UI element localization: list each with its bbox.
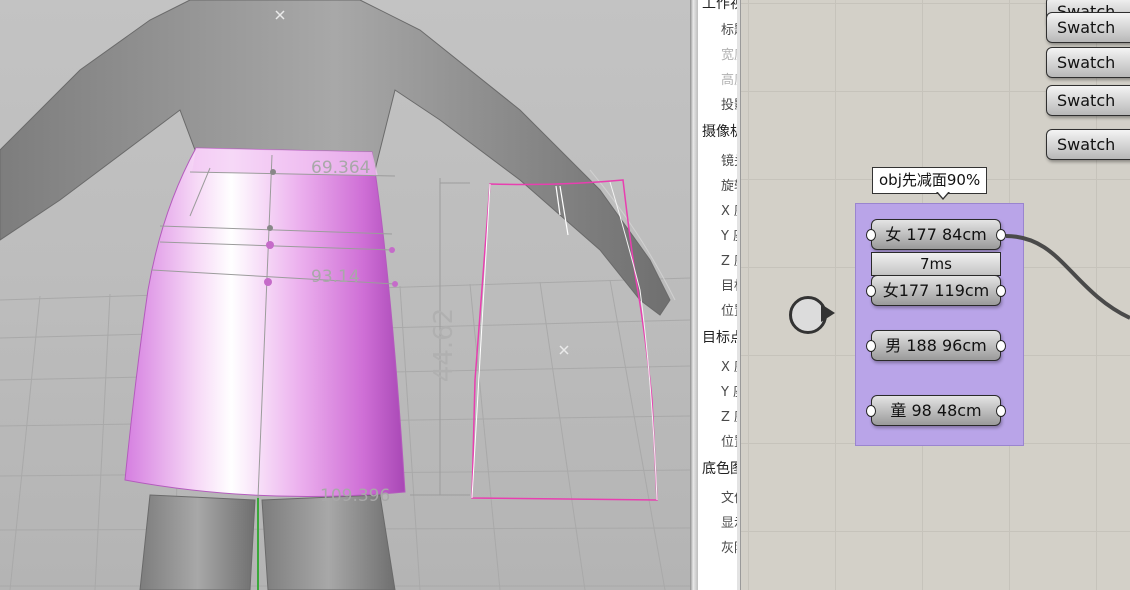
prop-category[interactable]: 底色图 xyxy=(698,457,740,482)
prop-item[interactable]: 显示 xyxy=(698,511,740,536)
length-dimension: 44.62 xyxy=(429,307,460,383)
hip-dimension: 93.14 xyxy=(311,267,360,287)
prop-item[interactable]: Z 座 xyxy=(698,405,740,430)
prop-item[interactable]: X 座 xyxy=(698,199,740,224)
relay-arrow-icon xyxy=(821,304,835,322)
prop-item[interactable]: Z 座 xyxy=(698,249,740,274)
prop-item[interactable]: 高度 xyxy=(698,68,740,93)
node-canvas[interactable]: Swatch Swatch Swatch Swatch Swatch obj先减… xyxy=(741,0,1130,590)
props-scrollbar[interactable] xyxy=(737,0,740,590)
prop-item[interactable]: 宽度 xyxy=(698,43,740,68)
prop-item[interactable]: 标题 xyxy=(698,18,740,43)
prop-category[interactable]: 目标点 xyxy=(698,326,740,351)
prop-item[interactable]: Y 座 xyxy=(698,380,740,405)
prop-item[interactable]: X 座 xyxy=(698,355,740,380)
prop-category[interactable]: 摄像机 xyxy=(698,120,740,145)
waist-dimension: 69.364 xyxy=(311,158,371,178)
prop-item[interactable]: Y 座 xyxy=(698,224,740,249)
prop-category[interactable]: 工作视 xyxy=(698,0,740,17)
prop-item[interactable]: 灰阶 xyxy=(698,536,740,561)
prop-item[interactable]: 旋转 xyxy=(698,174,740,199)
prop-item[interactable]: 位置 xyxy=(698,299,740,324)
splitter[interactable] xyxy=(690,0,698,590)
properties-panel: 工作视 标题 宽度 高度 投影 摄像机 镜头 旋转 X 座 Y 座 Z 座 目标… xyxy=(698,0,741,590)
hem-dimension: 109.396 xyxy=(320,486,391,506)
prop-item[interactable]: 目标 xyxy=(698,274,740,299)
viewport-3d[interactable]: 69.364 93.14 44.62 109.396 xyxy=(0,0,690,590)
prop-item[interactable]: 投影 xyxy=(698,93,740,118)
prop-item[interactable]: 镜头 xyxy=(698,149,740,174)
prop-item[interactable]: 文件 xyxy=(698,486,740,511)
prop-item[interactable]: 位置 xyxy=(698,430,740,455)
connection-wire[interactable] xyxy=(741,0,1130,590)
